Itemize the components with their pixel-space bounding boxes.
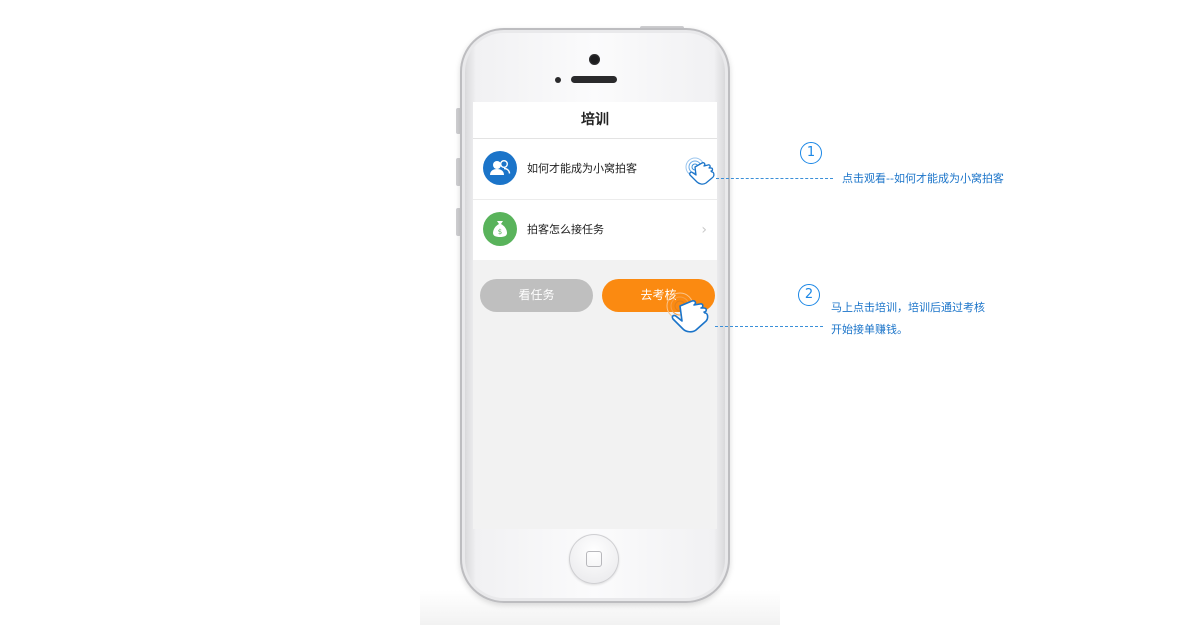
- tap-hand-icon: [685, 157, 715, 185]
- annotation-text-2-line2: 开始接单赚钱。: [831, 323, 908, 336]
- front-camera: [589, 54, 600, 65]
- home-button[interactable]: [569, 534, 619, 584]
- list-item-accept-task[interactable]: $ 拍客怎么接任务 ›: [473, 200, 717, 260]
- earpiece-speaker: [571, 76, 617, 83]
- list-item-label: 拍客怎么接任务: [527, 223, 604, 236]
- page-title: 培训: [473, 102, 717, 139]
- callout-line-1: [716, 178, 833, 179]
- home-square-icon: [586, 551, 602, 567]
- tap-hand-icon: [666, 292, 709, 333]
- step-number-1: 1: [800, 142, 822, 164]
- training-list: 如何才能成为小窝拍客 $ 拍客怎么接任务 ›: [473, 139, 717, 260]
- svg-text:$: $: [498, 228, 502, 236]
- view-tasks-button[interactable]: 看任务: [480, 279, 593, 312]
- list-item-label: 如何才能成为小窝拍客: [527, 162, 637, 175]
- proximity-sensor: [555, 77, 561, 83]
- users-icon: [483, 151, 517, 185]
- money-bag-icon: $: [483, 212, 517, 246]
- annotation-text-2-line1: 马上点击培训，培训后通过考核: [831, 301, 985, 314]
- chevron-right-icon: ›: [701, 222, 707, 238]
- step-number-2: 2: [798, 284, 820, 306]
- callout-line-2: [715, 326, 823, 327]
- annotation-text-1: 点击观看--如何才能成为小窝拍客: [842, 172, 1004, 185]
- list-item-become-reporter[interactable]: 如何才能成为小窝拍客: [473, 139, 717, 200]
